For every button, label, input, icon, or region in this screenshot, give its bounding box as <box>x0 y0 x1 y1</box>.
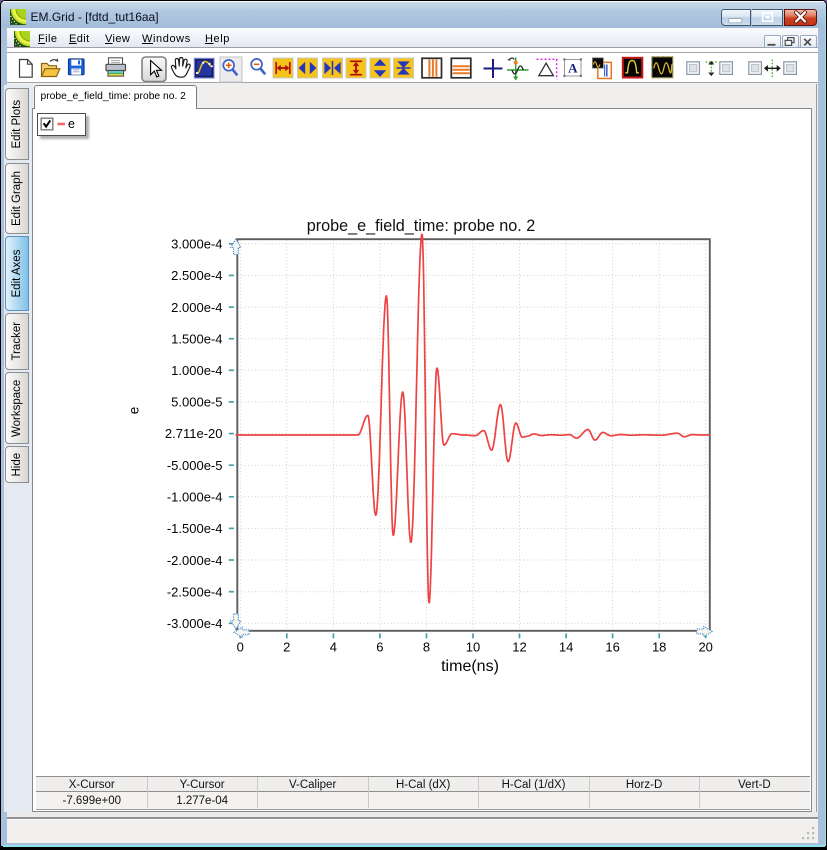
svg-text:5.000e-5: 5.000e-5 <box>171 395 222 410</box>
svg-text:4: 4 <box>330 640 337 655</box>
svg-text:20: 20 <box>698 640 712 655</box>
svg-text:0: 0 <box>237 640 244 655</box>
svg-text:time(ns): time(ns) <box>441 658 499 675</box>
svg-text:1.500e-4: 1.500e-4 <box>171 331 222 346</box>
svg-text:14: 14 <box>559 640 573 655</box>
svg-text:12: 12 <box>512 640 526 655</box>
svg-text:-1.000e-4: -1.000e-4 <box>167 490 223 505</box>
svg-text:A: A <box>568 61 578 76</box>
svg-text:2: 2 <box>283 640 290 655</box>
svg-text:2.500e-4: 2.500e-4 <box>171 268 222 283</box>
svg-text:18: 18 <box>652 640 666 655</box>
svg-text:probe_e_field_time: probe no.: probe_e_field_time: probe no. 2 <box>307 217 536 235</box>
svg-text:10: 10 <box>466 640 480 655</box>
svg-text:2.711e-20: 2.711e-20 <box>165 426 223 441</box>
svg-text:e: e <box>127 407 142 415</box>
svg-text:8: 8 <box>423 640 430 655</box>
svg-text:3.000e-4: 3.000e-4 <box>171 237 222 252</box>
svg-text:-5.000e-5: -5.000e-5 <box>167 458 223 473</box>
svg-text:2.000e-4: 2.000e-4 <box>171 300 222 315</box>
svg-text:16: 16 <box>605 640 619 655</box>
svg-text:-2.000e-4: -2.000e-4 <box>167 553 223 568</box>
svg-text:-2.500e-4: -2.500e-4 <box>167 584 223 599</box>
svg-text:-1.500e-4: -1.500e-4 <box>167 521 223 536</box>
svg-text:1.000e-4: 1.000e-4 <box>171 363 222 378</box>
svg-text:6: 6 <box>376 640 383 655</box>
svg-text:-3.000e-4: -3.000e-4 <box>167 616 223 631</box>
